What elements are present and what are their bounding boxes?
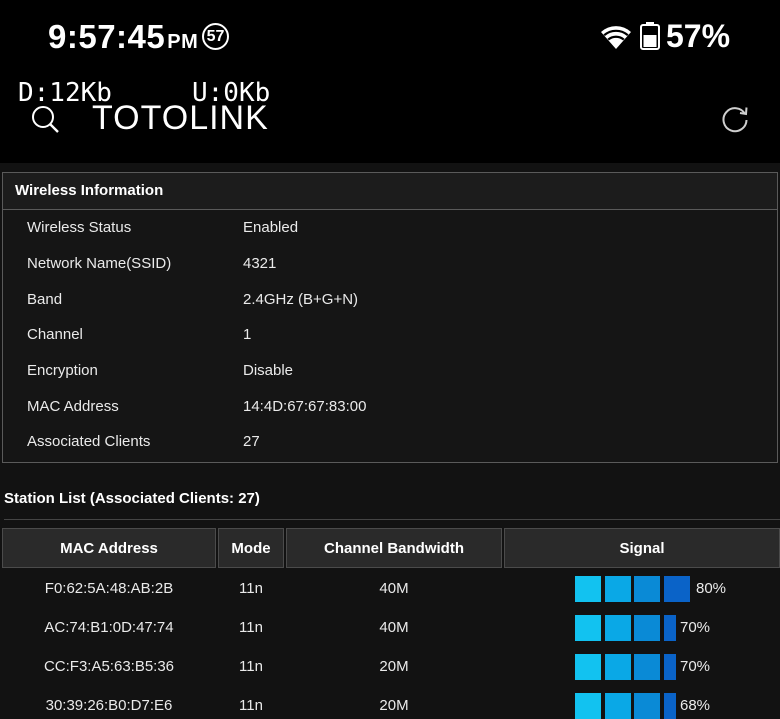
- info-row-encryption: Encryption Disable: [3, 354, 777, 388]
- cell-mode: 11n: [239, 580, 263, 597]
- signal-percent: 70%: [680, 619, 711, 636]
- info-value: 27: [243, 433, 260, 450]
- info-row-band: Band 2.4GHz (B+G+N): [3, 283, 777, 317]
- info-value: 1: [243, 326, 252, 343]
- refresh-icon[interactable]: [720, 103, 750, 133]
- station-list-title: Station List (Associated Clients: 27): [4, 490, 260, 507]
- info-label: Channel: [27, 326, 83, 343]
- search-icon[interactable]: [30, 104, 60, 134]
- info-label: Encryption: [27, 362, 98, 379]
- info-row-clients: Associated Clients 27: [3, 425, 777, 459]
- app-header: 9:57:45 PM 57 57% D:12Kb U:0Kb TOTOLINK: [0, 0, 780, 163]
- signal-bar: [663, 693, 676, 719]
- info-value: Disable: [243, 362, 294, 379]
- battery-icon: [640, 22, 660, 50]
- status-ampm: PM: [167, 31, 199, 53]
- signal-bar: [634, 654, 660, 680]
- info-label: Associated Clients: [27, 433, 151, 450]
- signal-percent: 80%: [696, 580, 727, 597]
- info-value: 4321: [243, 255, 277, 272]
- wireless-info-panel: Wireless Information Wireless Status Ena…: [2, 172, 778, 463]
- wifi-icon: [601, 26, 631, 49]
- signal-bar: [634, 615, 660, 641]
- signal-bar: [575, 615, 601, 641]
- info-row-ssid: Network Name(SSID) 4321: [3, 247, 777, 281]
- signal-bar: [663, 654, 676, 680]
- info-row-mac: MAC Address 14:4D:67:67:83:00: [3, 390, 777, 424]
- signal-bar: [604, 576, 631, 602]
- cell-bandwidth: 40M: [379, 580, 409, 597]
- info-value: Enabled: [243, 219, 299, 236]
- cell-bandwidth: 40M: [379, 619, 409, 636]
- cell-mac: 30:39:26:B0:D7:E6: [45, 697, 173, 714]
- cell-mac: F0:62:5A:48:AB:2B: [44, 580, 174, 597]
- status-time: 9:57:45 PM: [48, 18, 199, 55]
- signal-bar: [575, 576, 601, 602]
- info-label: Band: [27, 291, 63, 308]
- signal-bar: [604, 693, 631, 719]
- cell-bandwidth: 20M: [379, 697, 409, 714]
- wireless-info-title: Wireless Information: [15, 182, 164, 199]
- cell-mode: 11n: [239, 658, 263, 675]
- info-label: MAC Address: [27, 398, 119, 415]
- notification-badge: 57: [202, 23, 229, 50]
- cell-mode: 11n: [239, 697, 263, 714]
- wireless-info-header: Wireless Information: [3, 173, 777, 210]
- info-value: 14:4D:67:67:83:00: [243, 398, 367, 415]
- signal-bar: [634, 576, 660, 602]
- column-header-mac: MAC Address: [2, 528, 216, 568]
- signal-percent: 70%: [680, 658, 711, 675]
- signal-bar: [575, 693, 601, 719]
- info-value: 2.4GHz (B+G+N): [243, 291, 359, 308]
- cell-mac: CC:F3:A5:63:B5:36: [43, 658, 175, 675]
- battery-percent: 57%: [666, 18, 731, 54]
- info-row-status: Wireless Status Enabled: [3, 211, 777, 245]
- signal-bar: [604, 654, 631, 680]
- info-label: Wireless Status: [27, 219, 132, 236]
- column-header-bandwidth: Channel Bandwidth: [286, 528, 502, 568]
- signal-bar: [575, 654, 601, 680]
- divider: [4, 519, 780, 520]
- signal-percent: 68%: [680, 697, 711, 714]
- signal-bar: [663, 576, 690, 602]
- info-label: Network Name(SSID): [27, 255, 172, 272]
- signal-bar: [604, 615, 631, 641]
- info-row-channel: Channel 1: [3, 318, 777, 352]
- column-header-signal: Signal: [504, 528, 780, 568]
- column-header-mode: Mode: [218, 528, 284, 568]
- signal-bar: [634, 693, 660, 719]
- cell-mac: AC:74:B1:0D:47:74: [44, 619, 174, 636]
- brand-logo: TOTOLINK: [92, 99, 269, 137]
- cell-mode: 11n: [239, 619, 263, 636]
- signal-bar: [663, 615, 676, 641]
- cell-bandwidth: 20M: [379, 658, 409, 675]
